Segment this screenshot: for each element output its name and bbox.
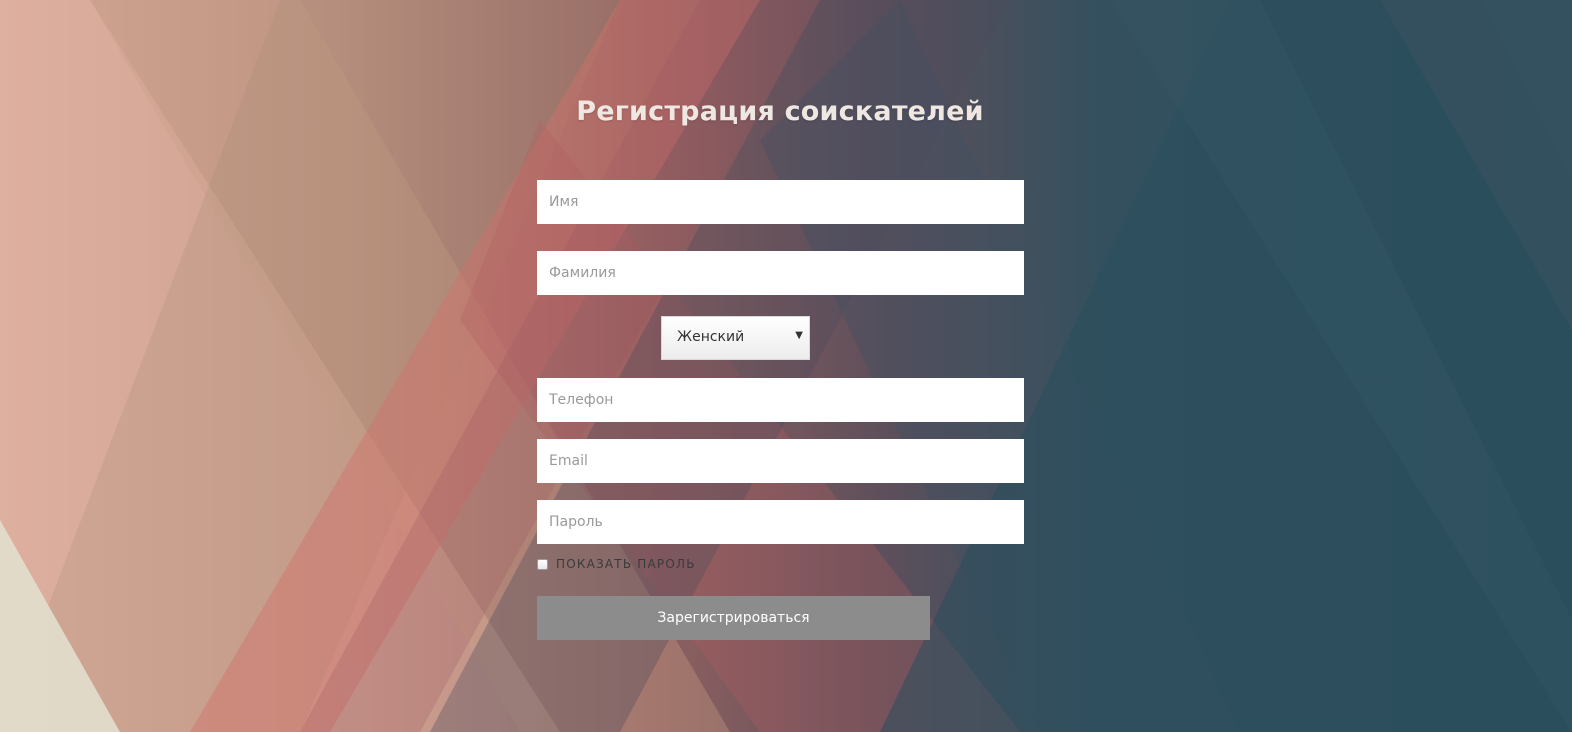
show-password-label: ПОКАЗАТЬ ПАРОЛЬ <box>556 557 696 571</box>
first-name-input[interactable] <box>537 180 1024 224</box>
phone-input[interactable] <box>537 378 1024 422</box>
gender-select[interactable]: Женский ▼ <box>661 316 810 360</box>
gender-select-value: Женский <box>677 329 745 345</box>
last-name-input[interactable] <box>537 251 1024 295</box>
show-password-checkbox[interactable] <box>537 558 548 570</box>
show-password-row: ПОКАЗАТЬ ПАРОЛЬ <box>537 556 696 572</box>
register-button[interactable]: Зарегистрироваться <box>537 596 930 640</box>
page-title: Регистрация соискателей <box>576 96 984 127</box>
password-input[interactable] <box>537 500 1024 544</box>
dropdown-arrow-icon: ▼ <box>795 330 803 341</box>
email-input[interactable] <box>537 439 1024 483</box>
